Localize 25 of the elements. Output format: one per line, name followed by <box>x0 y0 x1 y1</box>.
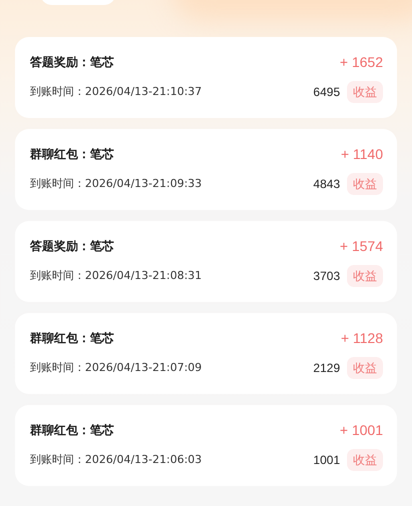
income-tag: 收益 <box>347 80 383 102</box>
income-tag: 收益 <box>347 356 383 378</box>
record-title: 群聊红包：笔芯 <box>30 330 114 346</box>
record-title: 答题奖励：笔芯 <box>30 238 114 254</box>
arrival-time: 到账时间：2026/04/13-21:10:37 <box>30 84 202 98</box>
arrival-time: 到账时间：2026/04/13-21:08:31 <box>30 268 202 282</box>
amount-text: + 1001 <box>340 420 383 438</box>
amount-text: + 1128 <box>340 328 383 346</box>
balance-text: 2129 <box>313 360 340 376</box>
arrival-time: 到账时间：2026/04/13-21:09:33 <box>30 176 202 190</box>
arrival-time: 到账时间：2026/04/13-21:06:03 <box>30 452 202 466</box>
income-tag: 收益 <box>347 172 383 194</box>
arrival-time: 到账时间：2026/04/13-21:07:09 <box>30 360 202 374</box>
amount-text: + 1140 <box>340 144 383 162</box>
record-title: 群聊红包：笔芯 <box>30 146 114 162</box>
balance-text: 3703 <box>313 268 340 284</box>
income-tag: 收益 <box>347 448 383 470</box>
balance-text: 4843 <box>313 176 340 192</box>
amount-text: + 1652 <box>340 52 383 70</box>
balance-text: 6495 <box>313 84 340 100</box>
record-title: 群聊红包：笔芯 <box>30 422 114 438</box>
record-title: 答题奖励：笔芯 <box>30 54 114 70</box>
income-tag: 收益 <box>347 264 383 286</box>
balance-text: 1001 <box>313 452 340 468</box>
amount-text: + 1574 <box>340 236 383 254</box>
